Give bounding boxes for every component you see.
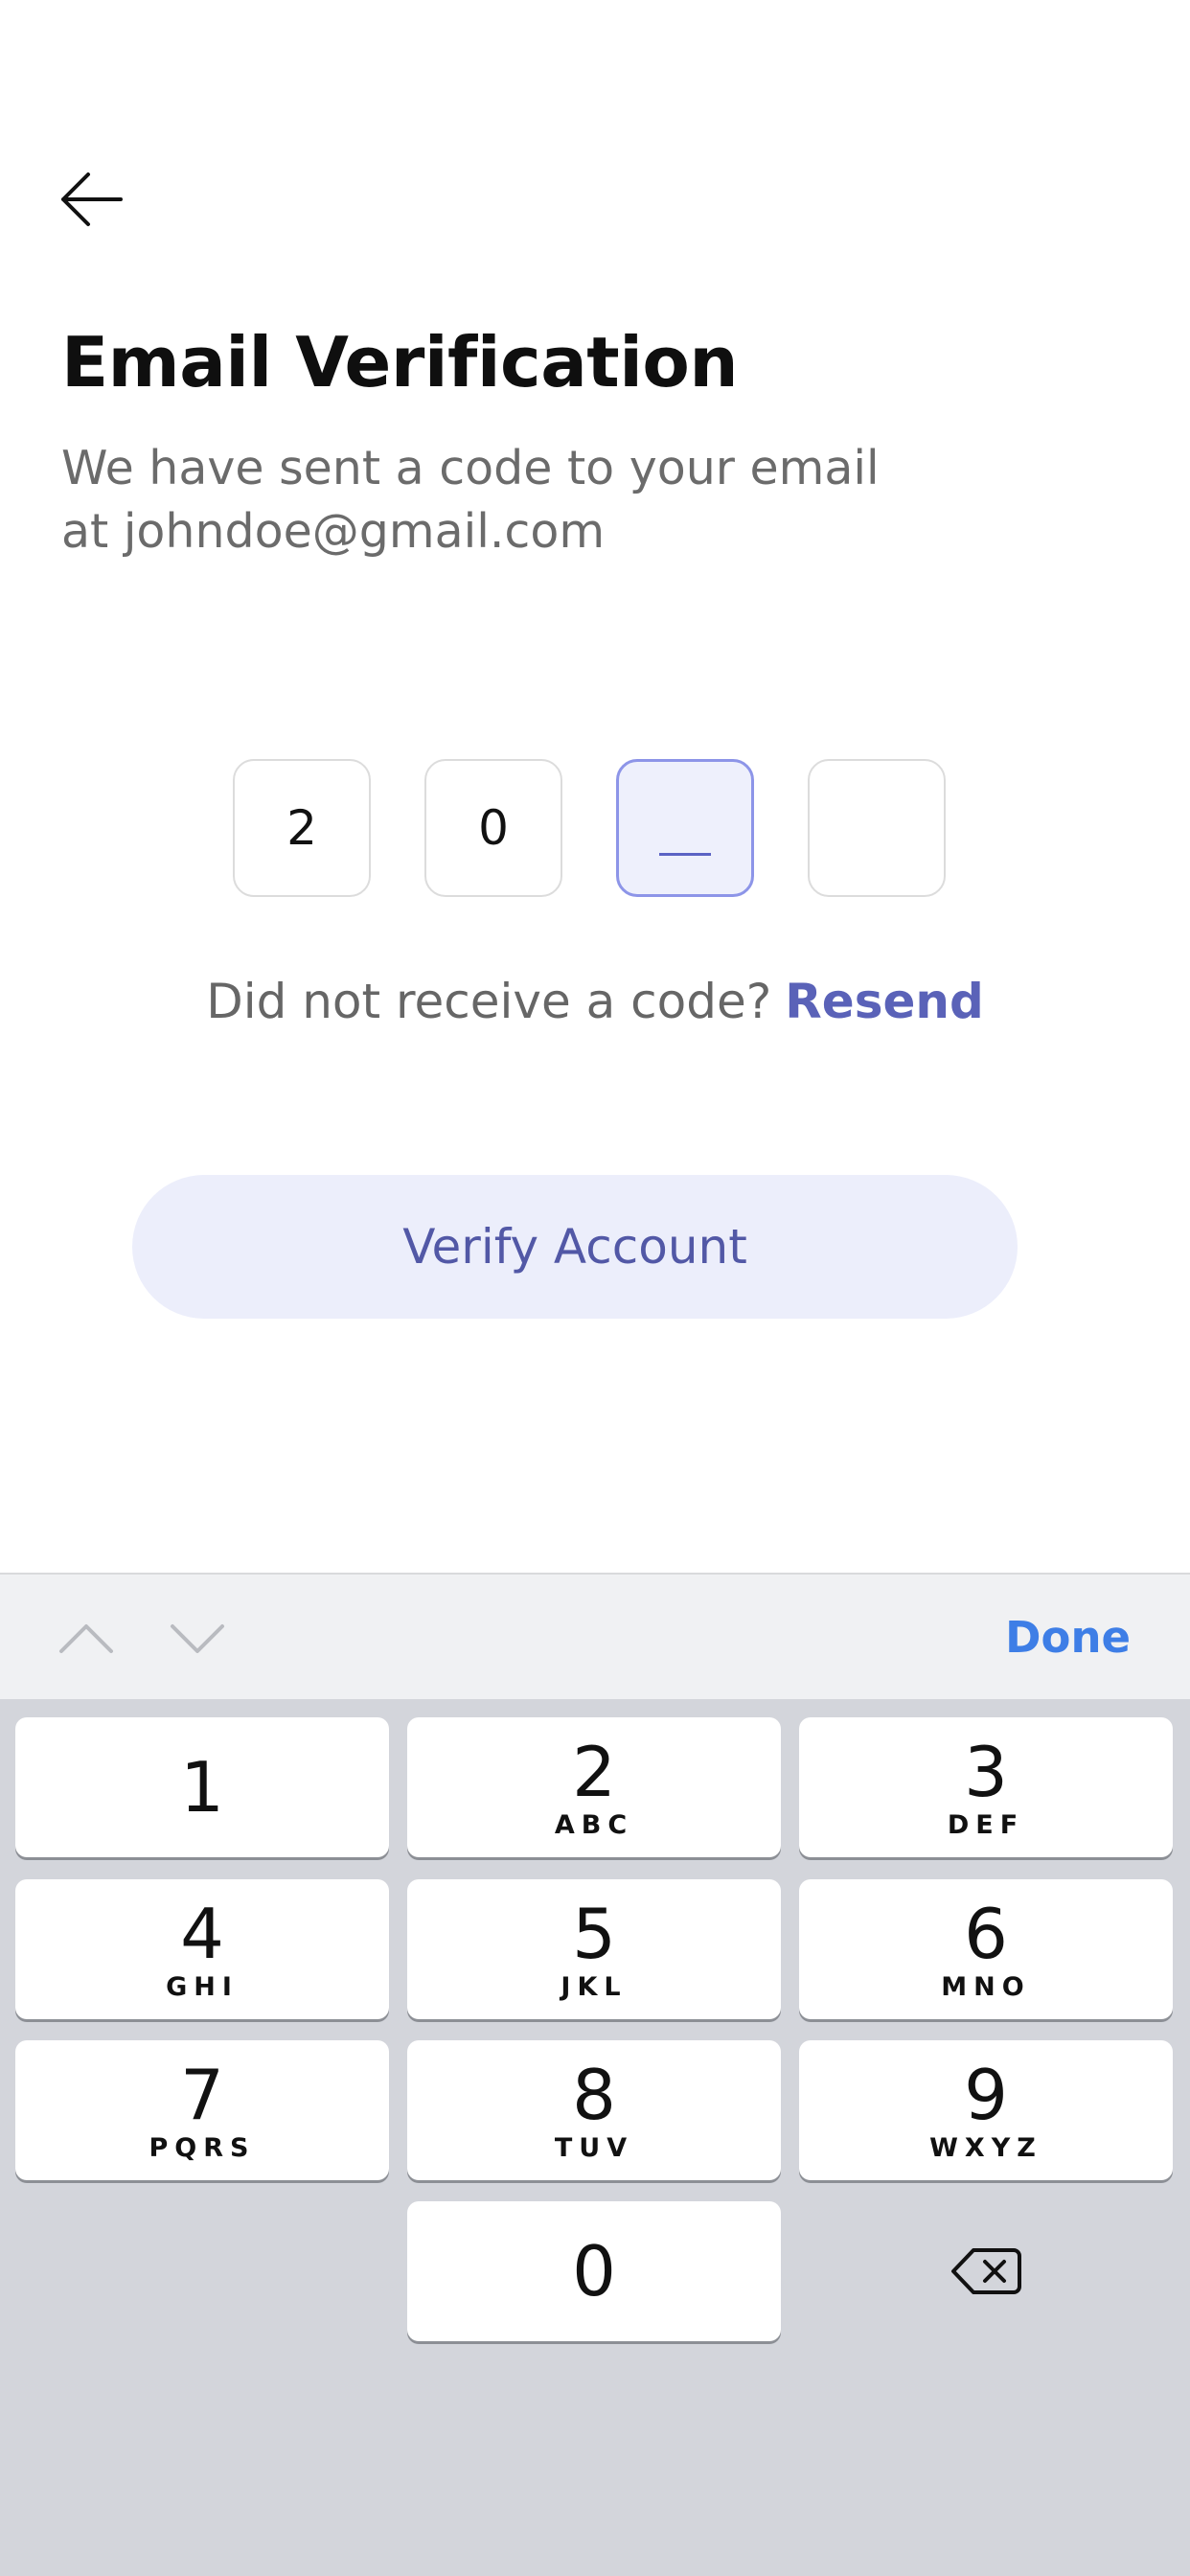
- code-digit-4[interactable]: [808, 759, 946, 897]
- chevron-up-icon: [59, 1624, 113, 1653]
- key-1[interactable]: 1: [15, 1717, 389, 1857]
- chevron-down-icon: [171, 1624, 224, 1653]
- code-input-group: 2 0: [233, 759, 946, 897]
- arrow-left-icon: [61, 172, 123, 226]
- next-field-button[interactable]: [167, 1611, 228, 1665]
- key-2-digit: 2: [572, 1731, 616, 1812]
- code-digit-1[interactable]: 2: [233, 759, 371, 897]
- previous-field-button[interactable]: [56, 1611, 117, 1665]
- key-4[interactable]: 4 GHI: [15, 1879, 389, 2019]
- key-2[interactable]: 2 ABC: [407, 1717, 781, 1857]
- page-subtitle: We have sent a code to your email at joh…: [61, 437, 924, 564]
- code-digit-3[interactable]: [616, 759, 754, 897]
- key-0-digit: 0: [572, 2231, 616, 2312]
- resend-row: Did not receive a code? Resend: [0, 974, 1190, 1029]
- key-7-digit: 7: [180, 2054, 224, 2135]
- subtitle-line-1: We have sent a code to your email: [61, 441, 880, 495]
- resend-prompt: Did not receive a code?: [206, 974, 772, 1029]
- key-6-digit: 6: [964, 1893, 1008, 1974]
- backspace-key[interactable]: [799, 2201, 1173, 2341]
- key-8-letters: TUV: [554, 2132, 634, 2163]
- key-8[interactable]: 8 TUV: [407, 2040, 781, 2180]
- code-digit-2[interactable]: 0: [424, 759, 562, 897]
- backspace-icon: [951, 2248, 1021, 2294]
- key-3[interactable]: 3 DEF: [799, 1717, 1173, 1857]
- verify-account-button[interactable]: Verify Account: [132, 1175, 1018, 1319]
- resend-link[interactable]: Resend: [785, 974, 983, 1029]
- key-8-digit: 8: [572, 2054, 616, 2135]
- key-9-letters: WXYZ: [929, 2132, 1042, 2163]
- key-4-letters: GHI: [166, 1971, 239, 2002]
- key-3-digit: 3: [964, 1731, 1008, 1812]
- subtitle-line-2: at johndoe@gmail.com: [61, 504, 606, 559]
- key-5-digit: 5: [572, 1893, 616, 1974]
- keyboard-toolbar: Done: [0, 1573, 1190, 1699]
- key-7-letters: PQRS: [149, 2132, 256, 2163]
- key-9-digit: 9: [964, 2054, 1008, 2135]
- key-7[interactable]: 7 PQRS: [15, 2040, 389, 2180]
- key-3-letters: DEF: [947, 1809, 1025, 1840]
- key-6[interactable]: 6 MNO: [799, 1879, 1173, 2019]
- back-button[interactable]: [50, 161, 130, 238]
- key-2-letters: ABC: [554, 1809, 634, 1840]
- email-verification-screen: Email Verification We have sent a code t…: [0, 0, 1190, 2576]
- key-5[interactable]: 5 JKL: [407, 1879, 781, 2019]
- numeric-keypad: 1 2 ABC 3 DEF 4 GHI 5 JKL 6 MNO 7 PQRS 8…: [0, 1699, 1190, 2576]
- key-6-letters: MNO: [941, 1971, 1031, 2002]
- key-5-letters: JKL: [561, 1971, 628, 2002]
- key-9[interactable]: 9 WXYZ: [799, 2040, 1173, 2180]
- key-1-digit: 1: [180, 1747, 224, 1828]
- key-4-digit: 4: [180, 1893, 224, 1974]
- key-0[interactable]: 0: [407, 2201, 781, 2341]
- done-button[interactable]: Done: [1005, 1611, 1131, 1665]
- text-cursor: [659, 853, 711, 856]
- page-title: Email Verification: [61, 322, 739, 402]
